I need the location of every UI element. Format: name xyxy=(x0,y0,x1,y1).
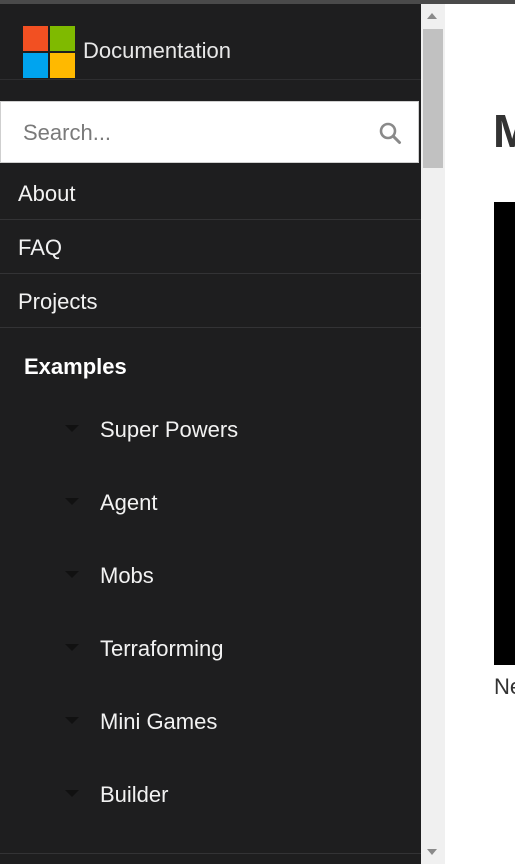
caret-down-icon[interactable] xyxy=(65,790,79,797)
logo-red-square xyxy=(23,26,48,51)
search-box xyxy=(0,101,419,163)
examples-heading: Examples xyxy=(24,354,127,379)
examples-item-builder[interactable]: Builder xyxy=(0,766,421,826)
page-title: M xyxy=(493,105,515,157)
brand-header[interactable]: Documentation xyxy=(0,4,421,80)
examples-item-label: Mini Games xyxy=(100,709,218,734)
media-caption: Ne xyxy=(494,674,515,699)
examples-item-label: Mobs xyxy=(100,563,154,588)
caret-down-icon[interactable] xyxy=(65,717,79,724)
sidebar: Documentation About FAQ Projects Example… xyxy=(0,4,421,864)
nav-item-projects[interactable]: Projects xyxy=(0,275,421,328)
nav-item-about[interactable]: About xyxy=(0,167,421,220)
examples-item-label: Builder xyxy=(100,782,169,807)
logo-yellow-square xyxy=(50,53,75,78)
scroll-down-arrow-icon[interactable] xyxy=(427,849,437,855)
examples-item-label: Super Powers xyxy=(100,417,239,442)
microsoft-logo-icon xyxy=(23,26,76,79)
brand-title[interactable]: Documentation xyxy=(83,36,231,66)
caret-down-icon[interactable] xyxy=(65,425,79,432)
sidebar-divider xyxy=(0,853,421,854)
video-embed[interactable] xyxy=(494,202,515,665)
examples-item-mini-games[interactable]: Mini Games xyxy=(0,693,421,753)
logo-blue-square xyxy=(23,53,48,78)
nav-item-faq[interactable]: FAQ xyxy=(0,221,421,274)
caret-down-icon[interactable] xyxy=(65,644,79,651)
examples-item-super-powers[interactable]: Super Powers xyxy=(0,401,421,461)
search-icon[interactable] xyxy=(378,121,402,145)
caret-down-icon[interactable] xyxy=(65,571,79,578)
scroll-up-arrow-icon[interactable] xyxy=(427,13,437,19)
logo-green-square xyxy=(50,26,75,51)
sidebar-scrollbar[interactable] xyxy=(421,4,445,864)
caret-down-icon[interactable] xyxy=(65,498,79,505)
scrollbar-thumb[interactable] xyxy=(423,29,443,168)
search-input[interactable] xyxy=(21,110,365,156)
examples-item-agent[interactable]: Agent xyxy=(0,474,421,534)
examples-item-mobs[interactable]: Mobs xyxy=(0,547,421,607)
examples-item-terraforming[interactable]: Terraforming xyxy=(0,620,421,680)
examples-item-label: Terraforming xyxy=(100,636,224,661)
examples-item-label: Agent xyxy=(100,490,158,515)
